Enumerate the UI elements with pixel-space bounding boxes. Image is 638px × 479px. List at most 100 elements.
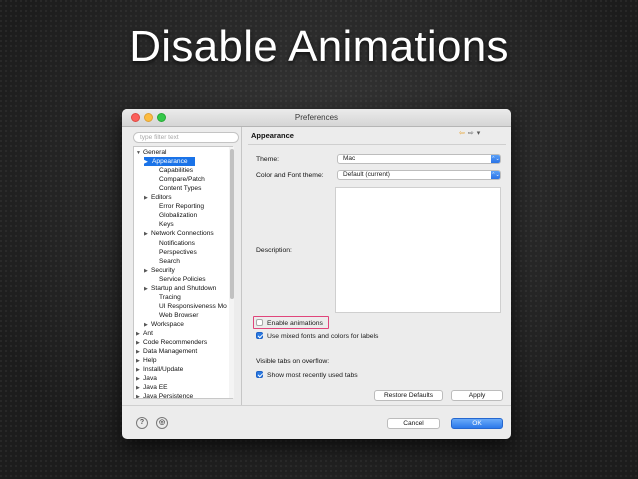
tree-item-label: UI Responsiveness Mo [159,302,227,310]
tree-item[interactable]: Perspectives [152,248,197,257]
checkbox-icon[interactable] [256,332,263,339]
cancel-button[interactable]: Cancel [387,418,440,429]
tree-item[interactable]: Capabilities [152,166,193,175]
tree-item-label: Java Persistence [143,393,194,399]
tree-item[interactable]: Service Policies [152,275,206,284]
tree-item-label: Workspace [151,320,184,328]
tree-item-label: Data Management [143,348,198,356]
tree-item[interactable]: ▶ Network Connections [144,229,214,238]
ok-button[interactable]: OK [451,418,503,429]
tree-item-label: Globalization [159,212,198,220]
tree-item[interactable]: ▶ Help [136,356,157,365]
tree-item-label: Code Recommenders [143,339,208,347]
page-navigation: ⇦ ⇨ ▾ [456,129,480,137]
tree-item[interactable]: ▶ Editors [144,193,172,202]
tree-item-label: Content Types [159,185,202,193]
tree-item[interactable]: ▶ Security [144,266,175,275]
theme-label: Theme: [256,156,280,163]
tree-item[interactable]: ▶ Appearance [144,157,195,167]
forward-arrow-icon[interactable]: ⇨ [468,130,474,137]
tree-item-label: Install/Update [143,366,184,374]
tree-item-label: Capabilities [159,167,194,175]
tree-item-label: Notifications [159,239,195,247]
select-chevron-icon: ⌃⌄ [491,155,500,163]
slide-title: Disable Animations [129,22,509,71]
tree-item-label: Editors [151,194,172,202]
expanded-arrow-icon[interactable]: ▼ [136,149,143,158]
tree-item[interactable]: UI Responsiveness Mo [152,302,227,311]
tree-item[interactable]: Notifications [152,239,195,248]
preferences-window: Preferences type filter text ▼ General ▶ Ap… [122,109,511,439]
description-box [335,187,501,313]
tree-item[interactable]: ▶ Ant [136,329,153,338]
collapsed-arrow-icon[interactable]: ▶ [144,194,151,203]
tree-item[interactable]: ▶ Data Management [136,347,197,356]
tree-item[interactable]: ▶ Workspace [144,320,184,329]
collapsed-arrow-icon[interactable]: ▶ [144,158,151,167]
window-title: Preferences [294,113,339,122]
tree-item-label: Perspectives [159,248,197,256]
tree-item-label: Security [151,266,175,274]
visible-tabs-label: Visible tabs on overflow: [256,358,330,365]
tree-item[interactable]: Search [152,257,180,266]
color-font-theme-value: Default (current) [343,171,390,178]
checkbox-icon[interactable] [256,319,263,326]
select-chevron-icon: ⌃⌄ [491,171,500,179]
tree-item[interactable]: Keys [152,220,174,229]
apply-button[interactable]: Apply [451,390,503,401]
help-icon[interactable]: ? [136,417,148,429]
tree-item-label: Keys [159,221,174,229]
tree-item[interactable]: ▼ General [136,148,166,157]
recent-tabs-checkbox[interactable]: Show most recently used tabs [256,371,358,380]
enable-animations-checkbox[interactable]: Enable animations [256,319,323,328]
pane-splitter[interactable] [241,127,242,405]
preference-tree[interactable]: ▼ General ▶ Appearance Capabilities Compare/P… [133,146,233,399]
tree-item[interactable]: ▶ Startup and Shutdown [144,284,216,293]
tree-item[interactable]: Globalization [152,211,197,220]
tree-item[interactable]: ▶ Install/Update [136,365,183,374]
mixed-fonts-checkbox[interactable]: Use mixed fonts and colors for labels [256,332,378,341]
tree-item-label: Web Browser [159,311,199,319]
tree-item-label: Search [159,257,180,265]
back-arrow-icon[interactable]: ⇦ [459,130,465,137]
tree-scrollbar-thumb[interactable] [230,149,234,299]
enable-animations-label: Enable animations [267,320,323,327]
restore-defaults-button[interactable]: Restore Defaults [374,390,443,401]
tree-item[interactable]: Tracing [152,293,181,302]
tree-item-label: Error Reporting [159,203,205,211]
tree-item-label: Tracing [159,293,181,301]
view-menu-icon[interactable]: ▾ [477,130,481,137]
theme-select[interactable]: Mac ⌃⌄ [337,154,501,164]
checkbox-icon[interactable] [256,371,263,378]
tree-item-label: Network Connections [151,230,214,238]
tree-item-label: Help [143,357,157,365]
tree-item[interactable]: ▶ Code Recommenders [136,338,207,347]
collapsed-arrow-icon[interactable]: ▶ [136,393,143,398]
header-divider [248,144,506,145]
collapsed-arrow-icon[interactable]: ▶ [144,285,151,294]
title-bar[interactable]: Preferences [122,109,511,127]
tree-item-label: Startup and Shutdown [151,284,217,292]
tree-item-label: General [143,149,167,156]
tree-item[interactable]: Content Types [152,184,201,193]
tree-item[interactable]: Compare/Patch [152,175,205,184]
color-font-theme-select[interactable]: Default (current) ⌃⌄ [337,170,501,180]
tree-item-label: Java [143,375,157,383]
tree-item[interactable]: ▶ Java EE [136,383,168,392]
filter-input[interactable]: type filter text [133,132,239,143]
mixed-fonts-label: Use mixed fonts and colors for labels [267,333,379,340]
page-title: Appearance [251,131,294,140]
tree-item-label: Ant [143,330,153,337]
theme-select-value: Mac [343,155,356,162]
tree-item[interactable]: ▶ Java [136,374,157,383]
color-font-theme-label: Color and Font theme: [256,172,324,179]
tree-item-label: Appearance [151,158,191,166]
tree-item[interactable]: ▶ Java Persistence [136,392,194,399]
import-export-icon[interactable]: ◎ [156,417,168,429]
description-label: Description: [256,247,292,254]
tree-item[interactable]: Error Reporting [152,202,204,211]
tree-item[interactable]: Web Browser [152,311,198,320]
footer-divider [122,405,511,406]
collapsed-arrow-icon[interactable]: ▶ [144,230,151,239]
collapsed-arrow-icon[interactable]: ▶ [144,267,151,276]
